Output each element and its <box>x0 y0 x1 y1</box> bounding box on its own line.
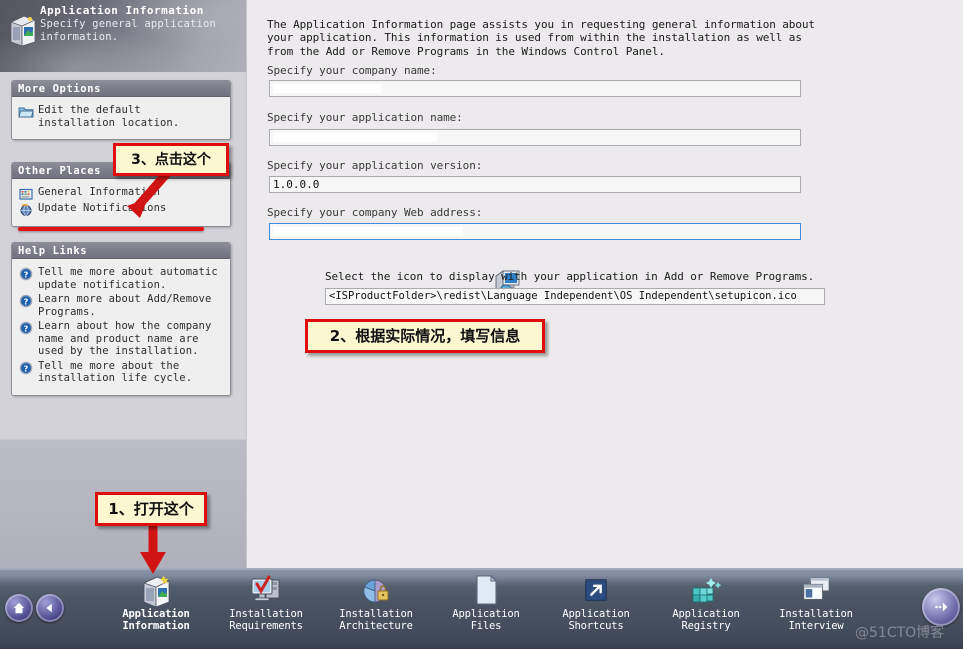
shortcut-arrow-icon <box>585 579 607 601</box>
sidebar-link-label: Edit the default installation location. <box>38 104 180 129</box>
building-icon <box>19 188 33 200</box>
label-application-name: Specify your application name: <box>267 111 463 124</box>
registry-blocks-icon <box>692 578 722 603</box>
nav-item-application-files[interactable]: Application Files <box>431 572 541 632</box>
nav-item-installation-requirements[interactable]: Installation Requirements <box>211 572 321 632</box>
nav-icon-wrap <box>431 572 541 608</box>
nav-icon-wrap <box>321 572 431 608</box>
label-application-version: Specify your application version: <box>267 159 483 172</box>
nav-icon-wrap <box>101 572 211 608</box>
nav-item-installation-architecture[interactable]: Installation Architecture <box>321 572 431 632</box>
sidebar-link-edit-default-install-location[interactable]: Edit the default installation location. <box>18 104 224 129</box>
sidebar-link-label: Update Notifications <box>38 202 167 214</box>
panel-more-options: More Options Edit the default installati… <box>11 80 231 140</box>
annotation-callout-1: 1、打开这个 <box>95 492 207 526</box>
panel-more-options-body: Edit the default installation location. <box>12 97 230 139</box>
page-header-banner: Application Information Specify general … <box>0 0 246 72</box>
sidebar-link-general-information[interactable]: General Information <box>18 186 224 200</box>
input-company-name[interactable] <box>269 80 801 97</box>
help-link-automatic-update-notification[interactable]: ? Tell me more about automatic update no… <box>18 266 224 291</box>
folder-icon <box>18 107 34 118</box>
svg-text:?: ? <box>24 364 29 373</box>
nav-label-line2: Shortcuts <box>568 620 624 632</box>
intro-paragraph: The Application Information page assists… <box>267 18 815 58</box>
nav-label-line2: Architecture <box>339 620 413 632</box>
input-application-name[interactable] <box>269 129 801 146</box>
nav-label-line2: Files <box>470 620 502 632</box>
annotation-underline-general-information <box>18 227 204 231</box>
question-help-icon: ? <box>19 267 33 281</box>
nav-label-line2: Information <box>122 620 190 632</box>
nav-label-line1: Installation <box>779 608 853 620</box>
windows-stack-icon <box>803 577 830 600</box>
installshield-project-assistant-window: Application Information Specify general … <box>0 0 963 649</box>
redaction-block <box>273 84 381 93</box>
setup-package-icon <box>10 15 36 47</box>
nav-label-line2: Registry <box>681 620 731 632</box>
panel-more-options-heading: More Options <box>12 81 230 97</box>
nav-icon-wrap <box>761 572 871 608</box>
label-company-web-address: Specify your company Web address: <box>267 206 483 219</box>
nav-label-line1: Installation <box>339 608 413 620</box>
question-help-icon: ? <box>19 361 33 374</box>
back-arrow-icon <box>46 603 52 613</box>
icon-selection-note: Select the icon to display with your app… <box>325 270 815 283</box>
help-link-add-remove-programs[interactable]: ? Learn more about Add/Remove Programs. <box>18 293 224 318</box>
nav-label-line1: Application <box>452 608 520 620</box>
redaction-block <box>273 133 437 142</box>
nav-item-application-shortcuts[interactable]: Application Shortcuts <box>541 572 651 632</box>
home-icon <box>13 602 25 614</box>
annotation-callout-2: 2、根据实际情况，填写信息 <box>305 319 545 353</box>
nav-icon-wrap <box>651 572 761 608</box>
help-link-company-product-name[interactable]: ? Learn about how the company name and p… <box>18 320 224 358</box>
svg-text:?: ? <box>24 270 29 279</box>
panel-other-places-body: General Information Update Notifications <box>12 179 230 226</box>
help-link-label: Tell me more about the installation life… <box>38 359 193 385</box>
forward-arrow-icon <box>935 602 948 612</box>
nav-label-line2: Requirements <box>229 620 303 632</box>
help-link-label: Tell me more about automatic update noti… <box>38 266 218 291</box>
left-sidebar: Application Information Specify general … <box>0 0 246 568</box>
home-button[interactable] <box>5 594 33 622</box>
nav-label-line1: Application <box>562 608 630 620</box>
back-button[interactable] <box>36 594 64 622</box>
nav-item-application-information[interactable]: Application Information <box>101 572 211 632</box>
nav-icon-wrap <box>211 572 321 608</box>
question-help-icon: ? <box>19 321 33 335</box>
annotation-callout-3: 3、点击这个 <box>113 143 229 176</box>
label-company-name: Specify your company name: <box>267 64 437 77</box>
redaction-block <box>273 227 463 236</box>
next-button[interactable] <box>922 588 960 626</box>
nav-label-line1: Installation <box>229 608 303 620</box>
pie-lock-icon <box>363 579 389 603</box>
sidebar-link-label: General Information <box>38 186 161 198</box>
help-link-label: Learn more about Add/Remove Programs. <box>38 293 212 318</box>
question-help-icon: ? <box>19 294 33 308</box>
nav-icon-wrap <box>541 572 651 608</box>
sidebar-link-update-notifications[interactable]: Update Notifications <box>18 202 224 216</box>
watermark: @51CTO博客 <box>855 625 945 641</box>
header-text-block: Application Information Specify general … <box>40 4 240 43</box>
globe-update-icon <box>20 203 32 216</box>
main-content-panel: The Application Information page assists… <box>246 0 963 568</box>
svg-text:?: ? <box>24 324 29 333</box>
monitor-check-icon <box>251 575 280 601</box>
svg-text:?: ? <box>24 297 29 306</box>
panel-help-links: Help Links ? Tell me more about automati… <box>11 242 231 396</box>
help-link-label: Learn about how the company name and pro… <box>38 320 212 357</box>
panel-help-links-body: ? Tell me more about automatic update no… <box>12 259 230 395</box>
page-subtitle: Specify general application information. <box>40 18 217 43</box>
input-icon-path[interactable]: <ISProductFolder>\redist\Language Indepe… <box>325 288 825 305</box>
panel-help-links-heading: Help Links <box>12 243 230 259</box>
document-icon <box>476 574 498 605</box>
nav-label-line1: Application <box>122 608 190 620</box>
nav-label-line1: Application <box>672 608 740 620</box>
setup-package-icon <box>143 576 170 607</box>
page-title: Application Information <box>40 4 204 17</box>
input-company-web-address[interactable] <box>269 223 801 240</box>
help-link-installation-life-cycle[interactable]: ? Tell me more about the installation li… <box>18 360 224 385</box>
nav-item-application-registry[interactable]: Application Registry <box>651 572 761 632</box>
input-application-version[interactable]: 1.0.0.0 <box>269 176 801 193</box>
